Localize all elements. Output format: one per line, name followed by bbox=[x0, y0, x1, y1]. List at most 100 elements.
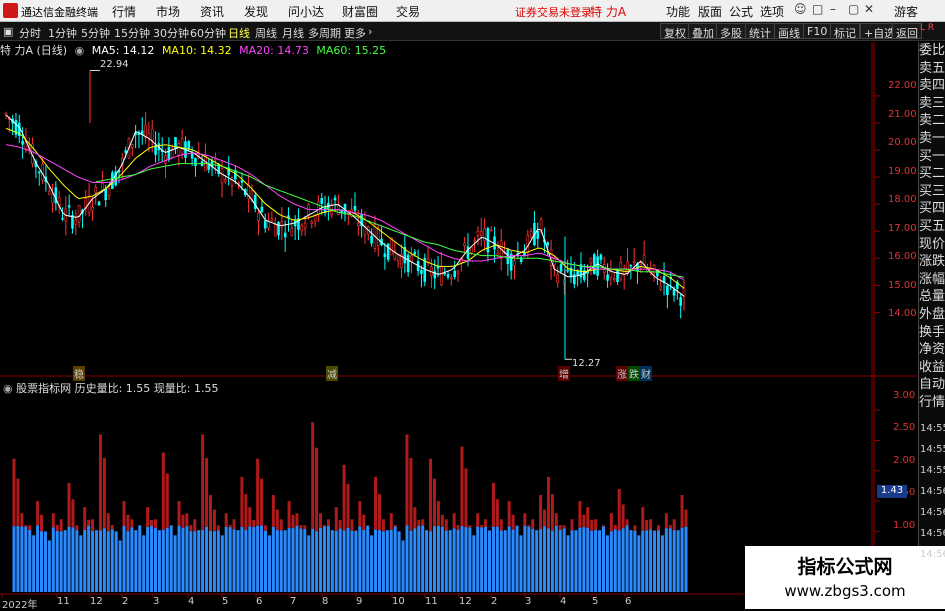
volume-bar bbox=[484, 527, 487, 592]
volume-bar-excess bbox=[24, 525, 27, 527]
candle-body bbox=[607, 275, 609, 281]
side-item[interactable]: 买一 bbox=[919, 148, 945, 166]
side-item[interactable]: 净资 bbox=[919, 341, 945, 359]
event-marker[interactable]: 增 bbox=[558, 366, 570, 381]
event-marker[interactable]: 跌 bbox=[628, 366, 640, 381]
candle-body bbox=[410, 256, 412, 262]
volume-bar bbox=[669, 528, 672, 592]
volume-bar bbox=[130, 527, 133, 592]
side-item[interactable]: 外盘 bbox=[919, 306, 945, 324]
volume-bar-excess bbox=[618, 489, 621, 531]
volume-bar-excess bbox=[323, 525, 326, 526]
volume-bar bbox=[292, 528, 295, 592]
side-item[interactable]: 委比 bbox=[919, 42, 945, 60]
event-marker[interactable]: 财 bbox=[640, 366, 652, 381]
side-item[interactable]: 行情 bbox=[919, 394, 945, 412]
volume-bar bbox=[531, 529, 534, 592]
settings-dot-icon[interactable]: ◉ bbox=[3, 382, 13, 395]
candle-body bbox=[125, 151, 127, 153]
volume-bar bbox=[453, 528, 456, 592]
volume-bar bbox=[535, 530, 538, 592]
side-item[interactable]: 卖五 bbox=[919, 60, 945, 78]
volume-bar bbox=[323, 526, 326, 592]
volume-bar-excess bbox=[590, 520, 593, 531]
volume-bar-excess bbox=[225, 513, 228, 527]
event-marker[interactable]: 稳 bbox=[73, 366, 85, 381]
volume-bar bbox=[378, 530, 381, 592]
candle-body bbox=[357, 223, 359, 225]
candle-body bbox=[75, 220, 77, 224]
candle-body bbox=[314, 216, 316, 221]
side-item[interactable]: 涨幅 bbox=[919, 271, 945, 289]
side-item[interactable]: 自动 bbox=[919, 376, 945, 394]
volume-bar bbox=[464, 527, 467, 592]
candle-body bbox=[447, 274, 449, 277]
volume-bar-excess bbox=[657, 525, 660, 530]
candle-body bbox=[98, 202, 100, 205]
candle-body bbox=[407, 255, 409, 272]
volume-bar-excess bbox=[126, 515, 129, 531]
volume-bar-excess bbox=[280, 519, 283, 530]
side-item[interactable]: 收益 bbox=[919, 359, 945, 377]
candle-body bbox=[557, 275, 559, 283]
side-item[interactable]: 涨跌 bbox=[919, 253, 945, 271]
side-item[interactable]: 换手 bbox=[919, 324, 945, 342]
side-item[interactable]: 现价 bbox=[919, 236, 945, 254]
candle-body bbox=[304, 223, 306, 228]
volume-bar-excess bbox=[229, 525, 232, 527]
volume-bar bbox=[240, 527, 243, 592]
candle-body bbox=[553, 259, 555, 265]
volume-bar-excess bbox=[559, 525, 562, 530]
x-tick: 5 bbox=[222, 596, 228, 607]
volume-bar bbox=[610, 531, 613, 592]
volume-bar bbox=[657, 530, 660, 592]
side-item[interactable]: 买三 bbox=[919, 183, 945, 201]
side-item[interactable]: 买五 bbox=[919, 218, 945, 236]
volume-bar bbox=[586, 528, 589, 592]
volume-bar-excess bbox=[417, 520, 420, 526]
side-item[interactable]: 卖三 bbox=[919, 95, 945, 113]
side-item[interactable]: 买二 bbox=[919, 165, 945, 183]
volume-bar-excess bbox=[649, 519, 652, 529]
volume-bar-excess bbox=[276, 510, 279, 530]
event-marker[interactable]: 涨 bbox=[616, 366, 628, 381]
x-tick: 7 bbox=[290, 596, 296, 607]
volume-bar-excess bbox=[288, 501, 291, 528]
volume-bar bbox=[311, 529, 314, 592]
panel-toggle[interactable]: L R bbox=[920, 24, 934, 33]
side-item[interactable]: 卖二 bbox=[919, 112, 945, 130]
volume-bar bbox=[622, 528, 625, 592]
low-price-label: 12.27 bbox=[572, 358, 601, 369]
volume-bar-excess bbox=[622, 504, 625, 528]
watermark-url: www.zbgs3.com bbox=[745, 582, 945, 600]
side-item[interactable]: 买四 bbox=[919, 200, 945, 218]
volume-bar bbox=[429, 531, 432, 592]
volume-bar bbox=[602, 526, 605, 592]
x-tick: 11 bbox=[425, 596, 438, 607]
volume-bar bbox=[681, 528, 684, 592]
volume-bar bbox=[366, 526, 369, 592]
time-label: 14:55 bbox=[920, 444, 945, 455]
volume-bar bbox=[417, 526, 420, 592]
volume-bar-excess bbox=[633, 525, 636, 530]
side-item[interactable]: 卖四 bbox=[919, 77, 945, 95]
volume-bar-excess bbox=[154, 519, 157, 528]
side-item[interactable]: 总量 bbox=[919, 288, 945, 306]
volume-bar bbox=[437, 526, 440, 592]
volume-bar bbox=[374, 530, 377, 592]
volume-bar bbox=[107, 531, 110, 592]
side-item[interactable]: 卖一 bbox=[919, 130, 945, 148]
candle-body bbox=[181, 139, 183, 154]
candle-body bbox=[101, 183, 103, 190]
candle-body bbox=[261, 207, 263, 212]
volume-bar-excess bbox=[543, 510, 546, 527]
volume-bar bbox=[449, 530, 452, 592]
volume-bar bbox=[519, 535, 522, 592]
event-marker[interactable]: 减 bbox=[326, 366, 338, 381]
volume-bar-excess bbox=[295, 513, 298, 526]
volume-bar bbox=[370, 535, 373, 592]
kline-chart[interactable] bbox=[0, 0, 945, 609]
volume-bar-excess bbox=[610, 513, 613, 531]
order-book-panel: 委比卖五卖四卖三卖二卖一买一买二买三买四买五现价涨跌涨幅总量外盘换手净资收益自动… bbox=[918, 42, 945, 609]
volume-bar bbox=[244, 530, 247, 592]
